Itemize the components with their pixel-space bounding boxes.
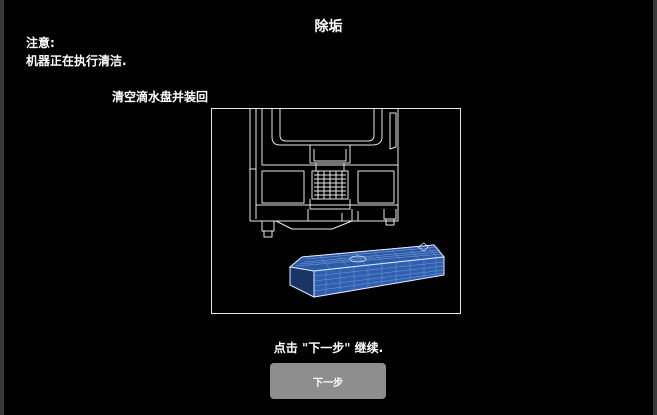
notice-text: 机器正在执行清洁. bbox=[26, 54, 127, 68]
step-instruction: 清空滴水盘并装回 bbox=[112, 90, 209, 104]
notice-label: 注意: bbox=[26, 36, 55, 50]
drip-tray-illustration bbox=[211, 108, 461, 314]
next-step-button[interactable]: 下一步 bbox=[270, 363, 386, 399]
coffee-machine-drip-tray-image bbox=[249, 109, 445, 298]
page-title: 除垢 bbox=[314, 19, 343, 35]
drip-tray bbox=[288, 242, 445, 298]
screen-frame: 除垢 注意: 机器正在执行清洁. 清空滴水盘并装回 点击 "下一步" 继续. 下… bbox=[0, 0, 657, 415]
continue-instruction: 点击 "下一步" 继续. bbox=[273, 341, 384, 355]
